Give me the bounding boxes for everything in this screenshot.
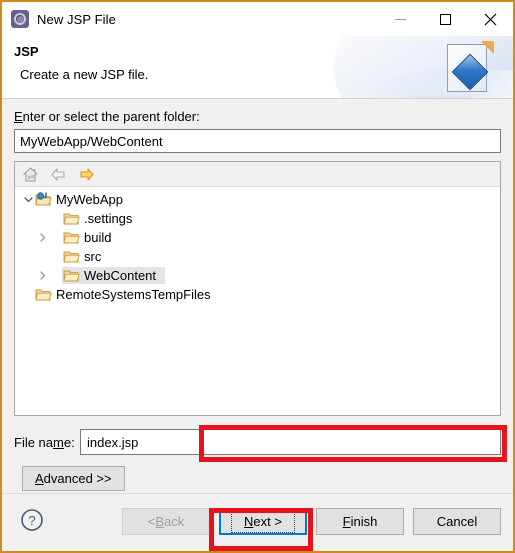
- folder-tree-panel: MyWebApp .settings build src WebContent …: [14, 161, 501, 416]
- tree-item-mywebapp[interactable]: MyWebApp: [15, 190, 500, 209]
- minimize-button[interactable]: [378, 2, 423, 36]
- file-name-label-mnemonic: m: [53, 434, 64, 450]
- maximize-button[interactable]: [423, 2, 468, 36]
- file-name-row: File name:: [14, 429, 501, 455]
- close-icon: [484, 13, 497, 25]
- new-jsp-file-dialog: New JSP File JSP Create a new JSP file.: [0, 0, 515, 553]
- jsp-wizard-icon: [11, 10, 29, 28]
- parent-folder-label-text: nter or select the parent folder:: [22, 109, 200, 124]
- twisty-collapsed-icon[interactable]: [35, 271, 49, 280]
- title-bar: New JSP File: [2, 2, 513, 36]
- advanced-button-label: dvanced >>: [43, 471, 112, 486]
- footer-buttons: < Back Next > Finish Cancel: [122, 508, 501, 535]
- tree-item-webcontent[interactable]: WebContent: [15, 266, 500, 285]
- file-name-input[interactable]: [80, 429, 501, 455]
- minimize-icon: [395, 18, 406, 20]
- folder-icon: [63, 268, 80, 283]
- folder-icon: [63, 211, 80, 226]
- tree-item-build[interactable]: build: [15, 228, 500, 247]
- forward-arrow-icon[interactable]: [78, 166, 95, 183]
- file-name-label: File name:: [14, 435, 80, 450]
- file-name-label-post: e:: [63, 434, 75, 450]
- folder-icon: [63, 230, 80, 245]
- file-name-label-pre: File na: [14, 434, 54, 450]
- dialog-body: Enter or select the parent folder: MyWeb…: [2, 109, 513, 491]
- tree-item-label: RemoteSystemsTempFiles: [56, 287, 211, 302]
- cancel-button[interactable]: Cancel: [413, 508, 501, 535]
- finish-button-mnemonic: F: [342, 514, 351, 529]
- tree-item-label: build: [84, 230, 112, 245]
- java-web-project-icon: [35, 192, 52, 207]
- tree-item-label: .settings: [84, 211, 133, 226]
- next-button-label: ext >: [253, 514, 282, 529]
- advanced-button[interactable]: Advanced >>: [22, 466, 125, 491]
- back-arrow-icon[interactable]: [50, 166, 67, 183]
- back-button-mnemonic: B: [155, 514, 165, 529]
- tree-item-label: src: [84, 249, 102, 264]
- tree-item-settings[interactable]: .settings: [15, 209, 500, 228]
- back-button-label: ack: [164, 514, 185, 529]
- advanced-button-mnemonic: A: [35, 471, 44, 486]
- maximize-icon: [440, 13, 451, 25]
- tree-item-remotesystemstempfiles[interactable]: RemoteSystemsTempFiles: [15, 285, 500, 304]
- svg-text:?: ?: [28, 513, 35, 528]
- window-controls: [378, 2, 513, 36]
- tree-item-label: WebContent: [84, 268, 157, 283]
- jsp-file-banner-icon: [441, 41, 494, 94]
- window-title: New JSP File: [37, 11, 116, 27]
- next-button[interactable]: Next >: [219, 508, 307, 535]
- tree-item-src[interactable]: src: [15, 247, 500, 266]
- wizard-header: JSP Create a new JSP file.: [2, 36, 513, 99]
- twisty-expanded-icon[interactable]: [21, 195, 35, 204]
- folder-icon: [63, 249, 80, 264]
- tree-toolbar: [15, 162, 500, 187]
- tree-item-selection[interactable]: WebContent: [62, 267, 166, 284]
- finish-button-label: inish: [350, 514, 378, 529]
- parent-folder-label-mnemonic: E: [14, 109, 23, 124]
- twisty-collapsed-icon[interactable]: [35, 233, 49, 242]
- help-icon[interactable]: ?: [20, 508, 44, 532]
- home-icon[interactable]: [22, 166, 39, 183]
- dialog-footer: ? < Back Next > Finish Cancel: [2, 493, 513, 551]
- back-button-prefix: <: [147, 514, 156, 529]
- page-subtitle: Create a new JSP file.: [20, 67, 149, 82]
- parent-folder-input[interactable]: [14, 129, 501, 153]
- close-button[interactable]: [468, 2, 513, 36]
- finish-button[interactable]: Finish: [316, 508, 404, 535]
- folder-icon: [35, 287, 52, 302]
- page-title: JSP: [14, 44, 39, 59]
- back-button: < Back: [122, 508, 210, 535]
- parent-folder-label: Enter or select the parent folder:: [14, 109, 501, 124]
- folder-tree[interactable]: MyWebApp .settings build src WebContent …: [15, 187, 500, 304]
- tree-item-label: MyWebApp: [56, 192, 123, 207]
- next-button-mnemonic: N: [244, 514, 254, 529]
